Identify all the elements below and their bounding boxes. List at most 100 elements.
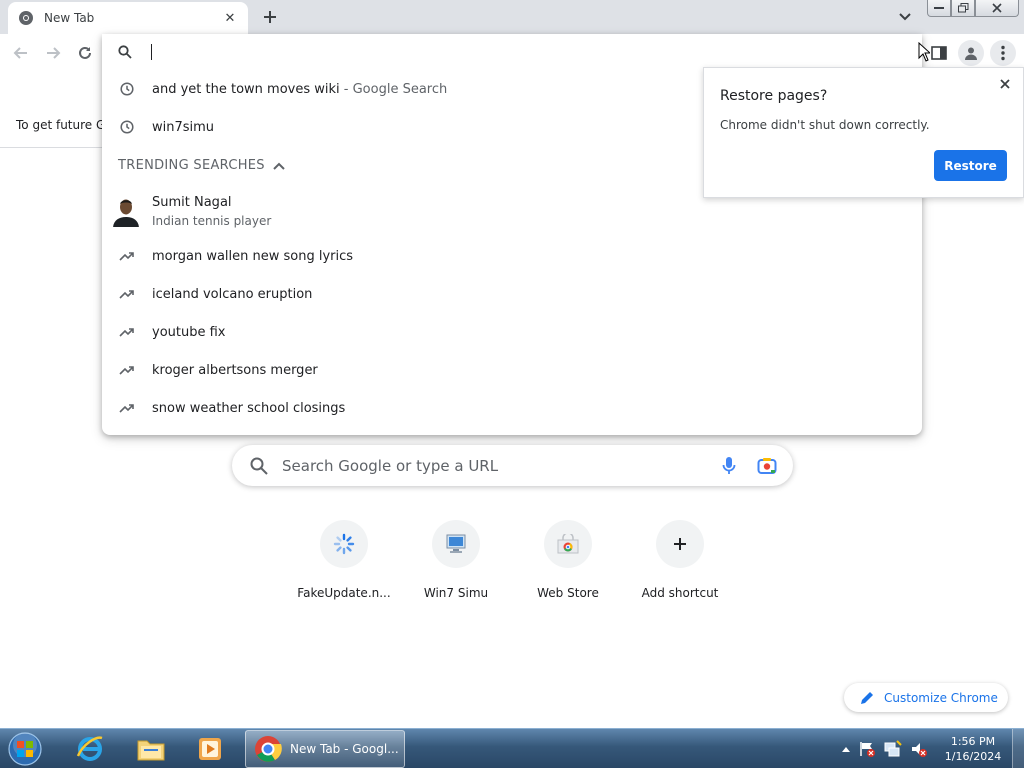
- suggestion-suffix: Google Search: [352, 81, 448, 97]
- profile-avatar-icon: [965, 47, 977, 60]
- mouse-cursor-icon: [918, 42, 930, 62]
- suggestion-text: morgan wallen new song lyrics: [152, 248, 354, 264]
- suggestion-text: and yet the town moves wiki: [152, 81, 340, 97]
- entity-description: Indian tennis player: [152, 213, 272, 228]
- reload-icon: [79, 46, 91, 59]
- shortcut-tiles: FakeUpdate.n... Win7 Simu Web Store Add …: [288, 520, 736, 600]
- shortcut-fakeupdate[interactable]: FakeUpdate.n...: [288, 520, 400, 600]
- chrome-favicon-icon: [18, 10, 34, 26]
- internet-explorer-icon: [76, 736, 103, 761]
- internet-explorer-taskbar-button[interactable]: [63, 731, 117, 767]
- suggestion-text: kroger albertsons merger: [152, 362, 318, 378]
- customize-label: Customize Chrome: [884, 690, 998, 705]
- back-button[interactable]: [8, 40, 34, 66]
- customize-chrome-button[interactable]: Customize Chrome: [844, 683, 1008, 712]
- start-button[interactable]: [6, 731, 44, 767]
- add-shortcut-button[interactable]: Add shortcut: [624, 520, 736, 600]
- person-thumbnail: [110, 195, 142, 227]
- info-bar-text: To get future G: [16, 117, 106, 132]
- trending-arrow-icon: [102, 327, 152, 337]
- forward-button[interactable]: [40, 40, 66, 66]
- back-arrow-icon: [13, 47, 27, 59]
- restore-window-button[interactable]: [951, 0, 975, 17]
- trending-arrow-icon: [102, 289, 152, 299]
- search-icon: [250, 457, 268, 475]
- search-icon: [118, 45, 132, 59]
- tab-strip: New Tab ✕: [0, 0, 1024, 34]
- text-caret: [151, 44, 152, 60]
- tab-close-icon[interactable]: ✕: [222, 10, 238, 26]
- taskbar-task-label: New Tab - Googl...: [290, 742, 399, 756]
- shortcut-win7-simu[interactable]: Win7 Simu: [400, 520, 512, 600]
- shortcut-label: Win7 Simu: [423, 586, 489, 600]
- close-icon[interactable]: [997, 76, 1013, 92]
- loading-spinner-icon: [320, 520, 368, 568]
- trending-arrow-icon: [102, 251, 152, 261]
- clock-time: 1:56 PM: [950, 735, 996, 748]
- restore-window-icon: [957, 3, 968, 13]
- action-center-flag-icon[interactable]: [858, 740, 876, 758]
- minimize-button[interactable]: [927, 0, 951, 17]
- reload-button[interactable]: [72, 40, 98, 66]
- kebab-menu-icon: [1001, 45, 1005, 61]
- taskbar-clock[interactable]: 1:56 PM 1/16/2024: [940, 734, 1006, 764]
- google-search-box[interactable]: Search Google or type a URL: [232, 445, 793, 486]
- restore-pages-dialog: Restore pages? Chrome didn't shut down c…: [703, 67, 1024, 198]
- chrome-taskbar-button[interactable]: New Tab - Googl...: [245, 730, 405, 768]
- minimize-icon: [934, 7, 944, 9]
- media-player-taskbar-button[interactable]: [183, 731, 237, 767]
- tab-new-tab[interactable]: New Tab ✕: [8, 2, 248, 34]
- close-window-button[interactable]: [975, 0, 1019, 17]
- voice-search-mic-icon[interactable]: [717, 454, 741, 478]
- side-panel-icon: [931, 46, 947, 60]
- tab-search-chevron-icon[interactable]: [896, 8, 914, 26]
- suggestion-text: youtube fix: [152, 324, 226, 340]
- chrome-web-store-icon: [544, 520, 592, 568]
- windows-taskbar: New Tab - Googl... 1:56 PM 1/16/2024: [0, 728, 1024, 768]
- trending-suggestion[interactable]: snow weather school closings: [102, 389, 922, 427]
- show-hidden-icons-icon[interactable]: [842, 746, 850, 752]
- folder-icon: [137, 740, 165, 761]
- shortcut-web-store[interactable]: Web Store: [512, 520, 624, 600]
- win7-computer-icon: [432, 520, 480, 568]
- media-player-icon: [199, 738, 221, 760]
- clock-date: 1/16/2024: [944, 750, 1002, 763]
- shortcut-label: FakeUpdate.n...: [297, 586, 391, 600]
- trending-arrow-icon: [102, 403, 152, 413]
- trending-header-label: TRENDING SEARCHES: [118, 158, 265, 173]
- suggestion-text: win7simu: [152, 119, 215, 135]
- system-tray: [842, 729, 928, 768]
- windows-start-orb-icon: [8, 732, 42, 766]
- suggestion-separator: -: [339, 81, 353, 97]
- trending-suggestion[interactable]: kroger albertsons merger: [102, 351, 922, 389]
- trending-searches-header[interactable]: TRENDING SEARCHES: [118, 158, 285, 173]
- omnibox-input[interactable]: [102, 34, 922, 70]
- google-lens-camera-icon[interactable]: [755, 454, 779, 478]
- forward-arrow-icon: [47, 47, 61, 59]
- plus-icon: [656, 520, 704, 568]
- pencil-icon: [860, 691, 874, 705]
- profile-button[interactable]: [958, 40, 984, 66]
- window-controls: [927, 0, 1019, 18]
- restore-dialog-title: Restore pages?: [720, 88, 828, 104]
- trending-suggestion[interactable]: iceland volcano eruption: [102, 275, 922, 313]
- suggestion-text: iceland volcano eruption: [152, 286, 313, 302]
- shortcut-label: Add shortcut: [641, 586, 719, 600]
- trending-suggestion[interactable]: youtube fix: [102, 313, 922, 351]
- shortcut-label: Web Store: [537, 586, 599, 600]
- history-clock-icon: [102, 82, 152, 96]
- explorer-taskbar-button[interactable]: [124, 731, 178, 767]
- chrome-menu-button[interactable]: [990, 40, 1016, 66]
- show-desktop-button[interactable]: [1012, 729, 1024, 768]
- chevron-up-icon: [273, 162, 285, 170]
- new-tab-button[interactable]: [258, 5, 282, 29]
- search-placeholder: Search Google or type a URL: [282, 456, 499, 475]
- restore-button[interactable]: Restore: [934, 150, 1007, 181]
- tab-title: New Tab: [44, 11, 95, 25]
- trending-suggestion[interactable]: morgan wallen new song lyrics: [102, 237, 922, 275]
- history-clock-icon: [102, 120, 152, 134]
- close-window-icon: [992, 3, 1002, 13]
- volume-muted-icon[interactable]: [910, 740, 928, 758]
- network-icon[interactable]: [884, 740, 902, 758]
- suggestion-text: snow weather school closings: [152, 400, 346, 416]
